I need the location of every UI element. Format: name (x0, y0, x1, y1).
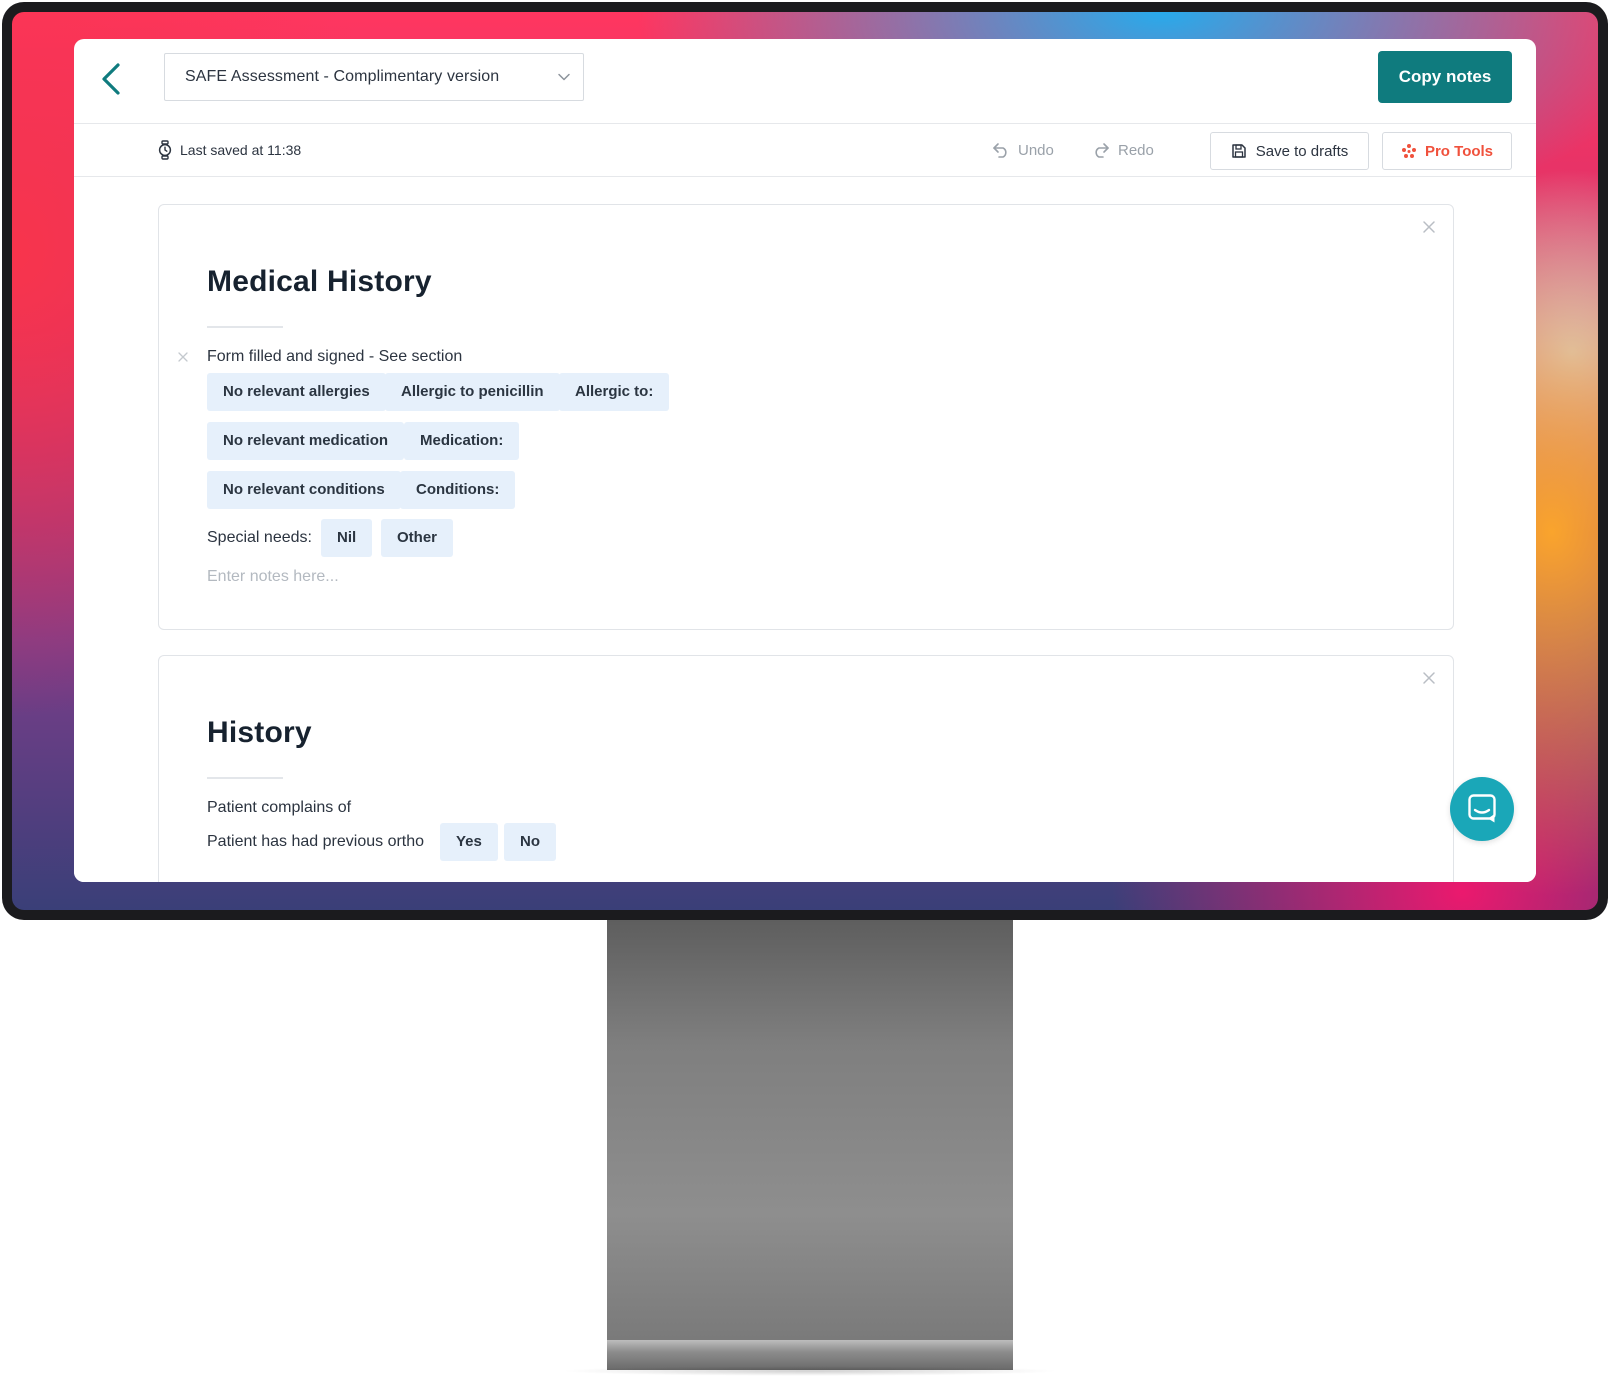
undo-label: Undo (1018, 141, 1054, 159)
chip-allergic-to-penicillin[interactable]: Allergic to penicillin (385, 373, 560, 411)
copy-notes-button[interactable]: Copy notes (1378, 51, 1512, 103)
section-card-history: History Patient complains of Patient has… (158, 655, 1454, 882)
remove-line-close-icon[interactable] (177, 351, 189, 363)
stand-shadow (560, 1366, 1060, 1376)
last-saved-status: Last saved at 11:38 (158, 140, 301, 160)
floppy-disk-icon (1231, 144, 1246, 158)
back-button[interactable] (92, 57, 136, 101)
section-divider (207, 326, 283, 328)
pro-tools-icon (1401, 144, 1416, 158)
chat-button[interactable] (1450, 777, 1514, 841)
notes-input[interactable] (207, 565, 807, 589)
undo-button[interactable]: Undo (992, 137, 1054, 163)
redo-button[interactable]: Redo (1092, 137, 1154, 163)
chip-allergic-to[interactable]: Allergic to: (559, 373, 670, 411)
form-line-text: Form filled and signed - See section (207, 348, 463, 365)
chip-no-relevant-medication[interactable]: No relevant medication (207, 422, 405, 460)
chip-special-needs-other[interactable]: Other (381, 519, 454, 557)
watch-icon (158, 140, 172, 160)
chip-ortho-yes[interactable]: Yes (440, 823, 498, 861)
last-saved-text: Last saved at 11:38 (180, 142, 302, 158)
chat-icon (1468, 794, 1496, 823)
special-needs-label: Special needs: (207, 529, 312, 546)
monitor-stand (607, 920, 1013, 1340)
remove-section-close-icon[interactable] (1421, 670, 1437, 686)
section-title: Medical History (207, 265, 432, 298)
chevron-left-icon (102, 63, 120, 95)
chip-medication[interactable]: Medication: (404, 422, 520, 460)
chip-no-relevant-allergies[interactable]: No relevant allergies (207, 373, 386, 411)
complaint-line-text: Patient complains of (207, 799, 352, 816)
chip-ortho-no[interactable]: No (504, 823, 556, 861)
save-to-drafts-button[interactable]: Save to drafts (1210, 132, 1369, 170)
app-window: SAFE Assessment - Complimentary version … (74, 39, 1536, 882)
section-title: History (207, 716, 312, 749)
redo-icon (1095, 143, 1109, 158)
editor-toolbar: Last saved at 11:38 Undo Redo Save to dr… (74, 124, 1536, 177)
chip-special-needs-nil[interactable]: Nil (321, 519, 373, 557)
pro-tools-button[interactable]: Pro Tools (1382, 132, 1512, 170)
chip-conditions[interactable]: Conditions: (400, 471, 516, 509)
template-select-value: SAFE Assessment - Complimentary version (185, 68, 500, 85)
pro-tools-label: Pro Tools (1424, 142, 1494, 160)
chevron-down-icon (558, 73, 570, 81)
redo-label: Redo (1118, 141, 1154, 159)
section-card-medical-history: Medical History Form filled and signed -… (158, 204, 1454, 630)
notes-canvas: Medical History Form filled and signed -… (74, 177, 1536, 882)
undo-icon (993, 143, 1007, 158)
template-select[interactable]: SAFE Assessment - Complimentary version (164, 53, 584, 101)
chip-no-relevant-conditions[interactable]: No relevant conditions (207, 471, 401, 509)
section-divider (207, 777, 283, 779)
previous-ortho-text: Patient has had previous ortho (207, 833, 425, 850)
remove-section-close-icon[interactable] (1421, 219, 1437, 235)
header-bar: SAFE Assessment - Complimentary version … (74, 39, 1536, 124)
save-to-drafts-label: Save to drafts (1255, 142, 1349, 160)
